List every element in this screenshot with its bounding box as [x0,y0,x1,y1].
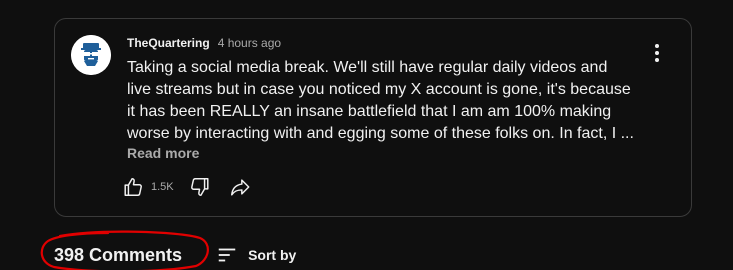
avatar-glasses-icon [71,35,111,75]
post-body-text: Taking a social media break. We'll still… [127,59,634,142]
sort-by-label: Sort by [248,247,297,263]
community-post-page: TheQuartering 4 hours ago Taking a socia… [0,0,733,270]
like-count: 1.5K [151,181,174,193]
sort-icon [218,248,236,262]
community-post-card: TheQuartering 4 hours ago Taking a socia… [54,18,692,217]
post-actions: 1.5K [121,175,252,199]
dislike-button[interactable] [188,175,212,199]
thumb-down-icon [190,178,209,196]
comments-count: 398 Comments [54,244,183,265]
share-icon [230,179,250,196]
post-header: TheQuartering 4 hours ago [127,36,281,50]
channel-avatar[interactable] [71,35,111,75]
comments-header: 398 Comments Sort by [54,243,296,267]
more-vert-icon [655,44,659,62]
share-button[interactable] [228,175,252,199]
like-button[interactable] [121,175,145,199]
thumb-up-icon [124,178,142,196]
read-more-button[interactable]: Read more [127,145,199,161]
sort-by-button[interactable]: Sort by [216,244,296,266]
post-menu-button[interactable] [645,41,669,65]
post-timestamp[interactable]: 4 hours ago [218,36,281,50]
channel-name[interactable]: TheQuartering [127,36,210,50]
